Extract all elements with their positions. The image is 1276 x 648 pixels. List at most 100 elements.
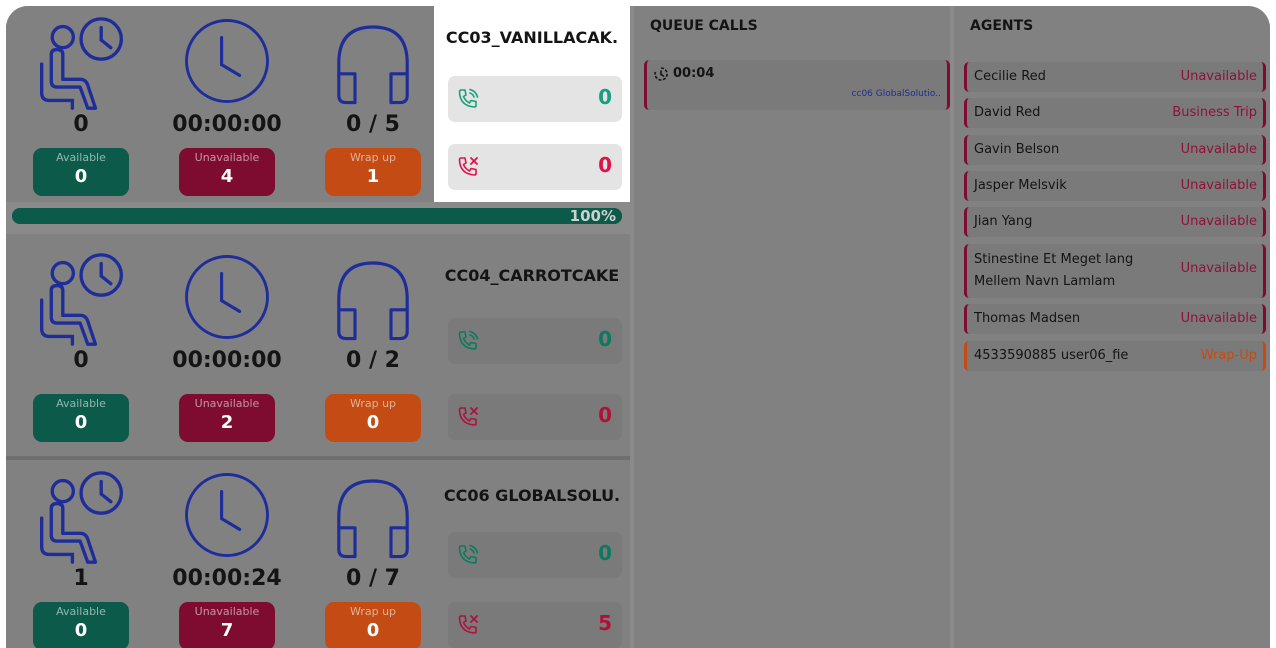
agent-row[interactable]: 4533590885 user06_fie Wrap-Up	[964, 341, 1266, 371]
unavailable-badge: Unavailable 4	[179, 148, 275, 196]
phone-answered-icon	[456, 329, 480, 353]
agent-status: Unavailable	[1180, 142, 1257, 157]
phone-answered-icon	[456, 87, 480, 111]
available-badge: Available 0	[33, 602, 129, 648]
agent-status: Unavailable	[1180, 214, 1257, 229]
available-label: Available	[56, 151, 106, 164]
call-wait-time: 00:04	[673, 66, 715, 81]
agent-name: Jian Yang	[974, 214, 1033, 229]
missed-calls-box: 5	[448, 602, 622, 648]
headset-icon	[328, 472, 418, 562]
progress-label: 100%	[569, 207, 616, 225]
unavailable-count: 7	[220, 620, 234, 641]
unavailable-badge: Unavailable 2	[179, 394, 275, 442]
unavailable-label: Unavailable	[194, 151, 260, 164]
wrapup-label: Wrap up	[349, 397, 397, 410]
waiting-customer-icon	[34, 470, 130, 566]
agent-row[interactable]: Stinestine Et Meget lang Mellem Navn Lam…	[964, 244, 1266, 298]
agent-name: Thomas Madsen	[974, 311, 1081, 326]
queue-name: CC04_CARROTCAKE	[444, 266, 620, 285]
agent-row[interactable]: Thomas Madsen Unavailable	[964, 304, 1266, 334]
unavailable-label: Unavailable	[194, 605, 260, 618]
wait-time: 00:00:00	[172, 112, 282, 137]
agent-name: Jasper Melsvik	[974, 178, 1067, 193]
queue-section-cc06: 1 00:00:24 0 / 7 Available 0 Unavailable…	[6, 460, 630, 648]
agent-row[interactable]: David Red Business Trip	[964, 98, 1266, 128]
wrapup-badge: Wrap up 1	[325, 148, 421, 196]
available-count: 0	[74, 412, 88, 433]
progress-fill	[12, 208, 622, 224]
clock-icon	[182, 252, 272, 342]
queue-calls-panel: QUEUE CALLS 00:04 cc06 GlobalSolutio..	[634, 6, 950, 648]
wrapup-label: Wrap up	[349, 151, 397, 164]
queue-calls-title: QUEUE CALLS	[650, 18, 758, 34]
agent-row[interactable]: Cecilie Red Unavailable	[964, 62, 1266, 92]
headset-icon	[328, 18, 418, 108]
waiting-count: 1	[73, 566, 89, 591]
clock-icon	[182, 16, 272, 106]
queue-panel-cc03[interactable]: CC03_VANILLACAK. 0 0	[434, 6, 630, 202]
waiting-customer-icon	[34, 16, 130, 112]
agent-name: Cecilie Red	[974, 69, 1046, 84]
agents-ratio: 0 / 2	[346, 348, 400, 373]
missed-calls-box: 0	[448, 144, 622, 190]
answered-calls-box: 0	[448, 76, 622, 122]
queue-section-cc04: 0 00:00:00 0 / 2 Available 0 Unavailable…	[6, 234, 630, 456]
missed-count: 5	[598, 611, 612, 635]
clock-icon	[182, 470, 272, 560]
dashboard: 0 00:00:00 0 / 5 Available 0 Unavailable…	[6, 6, 1270, 648]
queue-panel-cc04[interactable]: CC04_CARROTCAKE 0 0	[434, 234, 630, 456]
agent-row[interactable]: Gavin Belson Unavailable	[964, 135, 1266, 165]
queue-panel-cc06[interactable]: CC06 GLOBALSOLU. 0 5	[434, 460, 630, 648]
unavailable-badge: Unavailable 7	[179, 602, 275, 648]
waiting-count: 0	[73, 112, 89, 137]
waiting-customer-icon	[34, 252, 130, 348]
available-count: 0	[74, 166, 88, 187]
agents-ratio: 0 / 5	[346, 112, 400, 137]
available-label: Available	[56, 605, 106, 618]
agent-status: Unavailable	[1180, 311, 1257, 326]
wrapup-count: 0	[366, 412, 380, 433]
queue-name: CC03_VANILLACAK.	[445, 28, 619, 47]
agent-status: Business Trip	[1172, 105, 1257, 120]
agents-panel: AGENTS Cecilie Red Unavailable David Red…	[954, 6, 1270, 648]
missed-count: 0	[598, 403, 612, 427]
phone-missed-icon	[456, 405, 480, 429]
phone-missed-icon	[456, 155, 480, 179]
missed-calls-box: 0	[448, 394, 622, 440]
missed-count: 0	[598, 153, 612, 177]
phone-missed-icon	[456, 613, 480, 637]
queue-call-item[interactable]: 00:04 cc06 GlobalSolutio..	[644, 60, 950, 110]
available-badge: Available 0	[33, 394, 129, 442]
wait-time: 00:00:00	[172, 348, 282, 373]
wrapup-count: 0	[366, 620, 380, 641]
answered-calls-box: 0	[448, 532, 622, 578]
wrapup-badge: Wrap up 0	[325, 602, 421, 648]
agent-row[interactable]: Jasper Melsvik Unavailable	[964, 171, 1266, 201]
unavailable-count: 2	[220, 412, 234, 433]
answered-count: 0	[598, 85, 612, 109]
agents-ratio: 0 / 7	[346, 566, 400, 591]
agents-title: AGENTS	[970, 18, 1034, 34]
answered-calls-box: 0	[448, 318, 622, 364]
unavailable-count: 4	[220, 166, 234, 187]
call-queue-name: cc06 GlobalSolutio..	[851, 89, 941, 99]
phone-answered-icon	[456, 543, 480, 567]
timer-icon	[654, 67, 668, 81]
agent-name: 4533590885 user06_fie	[974, 348, 1129, 363]
agent-status: Unavailable	[1180, 178, 1257, 193]
headset-icon	[328, 254, 418, 344]
answered-count: 0	[598, 327, 612, 351]
agent-name: Stinestine Et Meget lang Mellem Navn Lam…	[974, 252, 1134, 289]
waiting-count: 0	[73, 348, 89, 373]
wrapup-label: Wrap up	[349, 605, 397, 618]
queue-name: CC06 GLOBALSOLU.	[443, 486, 621, 505]
unavailable-label: Unavailable	[194, 397, 260, 410]
agent-status: Wrap-Up	[1200, 348, 1257, 363]
available-count: 0	[74, 620, 88, 641]
agent-status: Unavailable	[1180, 69, 1257, 84]
queue-section-cc03: 0 00:00:00 0 / 5 Available 0 Unavailable…	[6, 6, 630, 202]
agent-name: David Red	[974, 105, 1041, 120]
agent-row[interactable]: Jian Yang Unavailable	[964, 207, 1266, 237]
progress-bar: 100%	[12, 207, 622, 225]
